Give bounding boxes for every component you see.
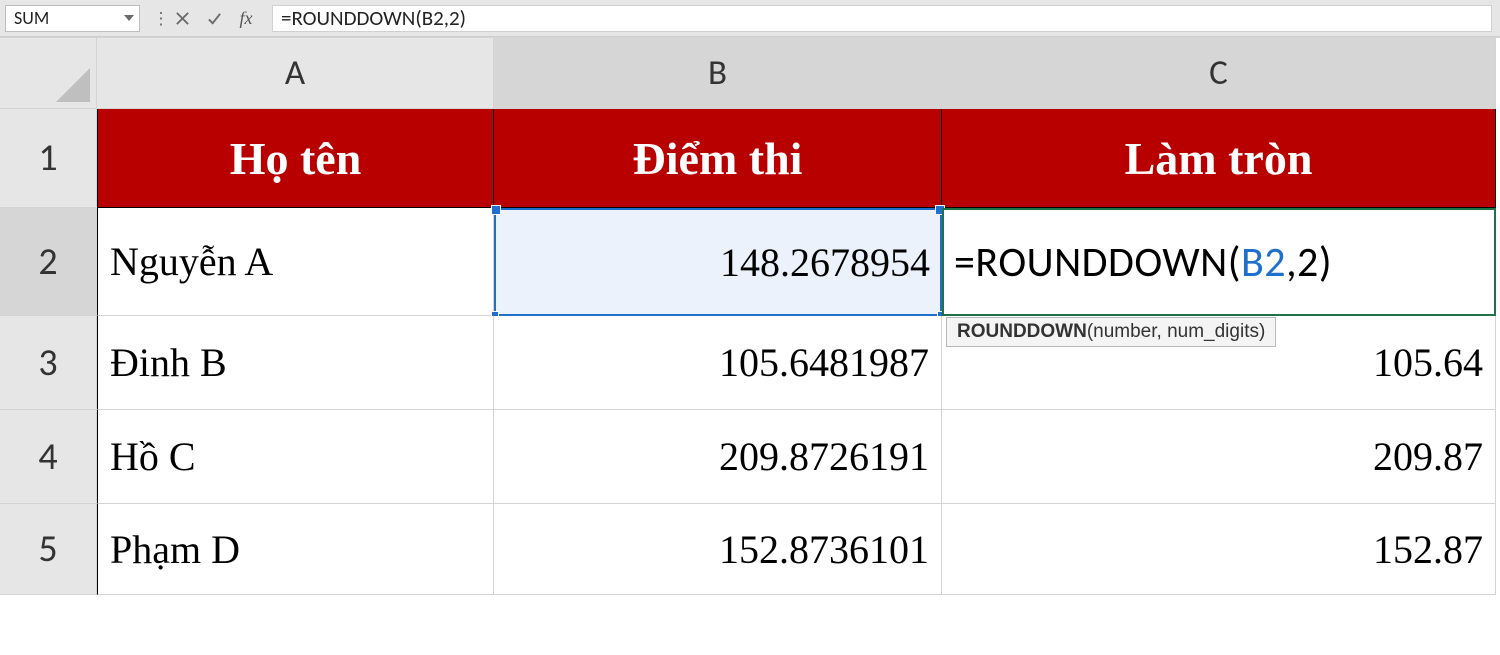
row-header-1[interactable]: 1 [0, 109, 97, 208]
cell-B3[interactable]: 105.6481987 [494, 316, 942, 410]
tooltip-args: (number, num_digits) [1087, 321, 1265, 342]
formula-input[interactable]: =ROUNDDOWN(B2,2) [272, 5, 1492, 32]
tooltip-fn: ROUNDDOWN [957, 321, 1087, 342]
enter-icon[interactable] [198, 0, 230, 37]
cell-A3[interactable]: Đinh B [97, 316, 494, 410]
formula-bar-separator: ⋮ [156, 0, 166, 37]
function-tooltip: ROUNDDOWN(number, num_digits) [946, 317, 1276, 347]
cell-A2[interactable]: Nguyễn A [97, 208, 494, 316]
name-box[interactable]: SUM [5, 5, 140, 32]
name-box-value: SUM [14, 7, 49, 29]
spreadsheet: A B C 1 Họ tên Điểm thi Làm tròn 2 Nguyễ… [0, 37, 1500, 595]
select-all-corner[interactable] [0, 38, 97, 109]
col-header-C[interactable]: C [942, 38, 1496, 109]
row-header-2[interactable]: 2 [0, 208, 97, 316]
cancel-icon[interactable] [166, 0, 198, 37]
col-header-A[interactable]: A [97, 38, 494, 109]
cell-A5[interactable]: Phạm D [97, 504, 494, 595]
chevron-down-icon[interactable] [124, 15, 134, 21]
cell-A4[interactable]: Hồ C [97, 410, 494, 504]
row-header-5[interactable]: 5 [0, 504, 97, 595]
fx-icon[interactable]: fx [230, 0, 262, 37]
formula-text: =ROUNDDOWN(B2,2) [281, 5, 466, 31]
formula-prefix: =ROUNDDOWN( [954, 237, 1241, 288]
formula-ref: B2 [1241, 237, 1286, 288]
cell-B4[interactable]: 209.8726191 [494, 410, 942, 504]
table-header-round[interactable]: Làm tròn [942, 109, 1496, 208]
cell-C2[interactable]: =ROUNDDOWN(B2,2) ROUNDDOWN(number, num_d… [942, 208, 1496, 316]
table-header-score[interactable]: Điểm thi [494, 109, 942, 208]
cell-C5[interactable]: 152.87 [942, 504, 1496, 595]
table-header-name[interactable]: Họ tên [97, 109, 494, 208]
cell-C4[interactable]: 209.87 [942, 410, 1496, 504]
row-header-3[interactable]: 3 [0, 316, 97, 410]
row-header-4[interactable]: 4 [0, 410, 97, 504]
col-header-B[interactable]: B [494, 38, 942, 109]
cell-value: 148.2678954 [720, 239, 930, 286]
cell-B5[interactable]: 152.8736101 [494, 504, 942, 595]
formula-bar: SUM ⋮ fx =ROUNDDOWN(B2,2) [0, 0, 1500, 37]
cell-B2[interactable]: 148.2678954 [494, 208, 942, 316]
formula-suffix: ,2) [1286, 237, 1332, 288]
